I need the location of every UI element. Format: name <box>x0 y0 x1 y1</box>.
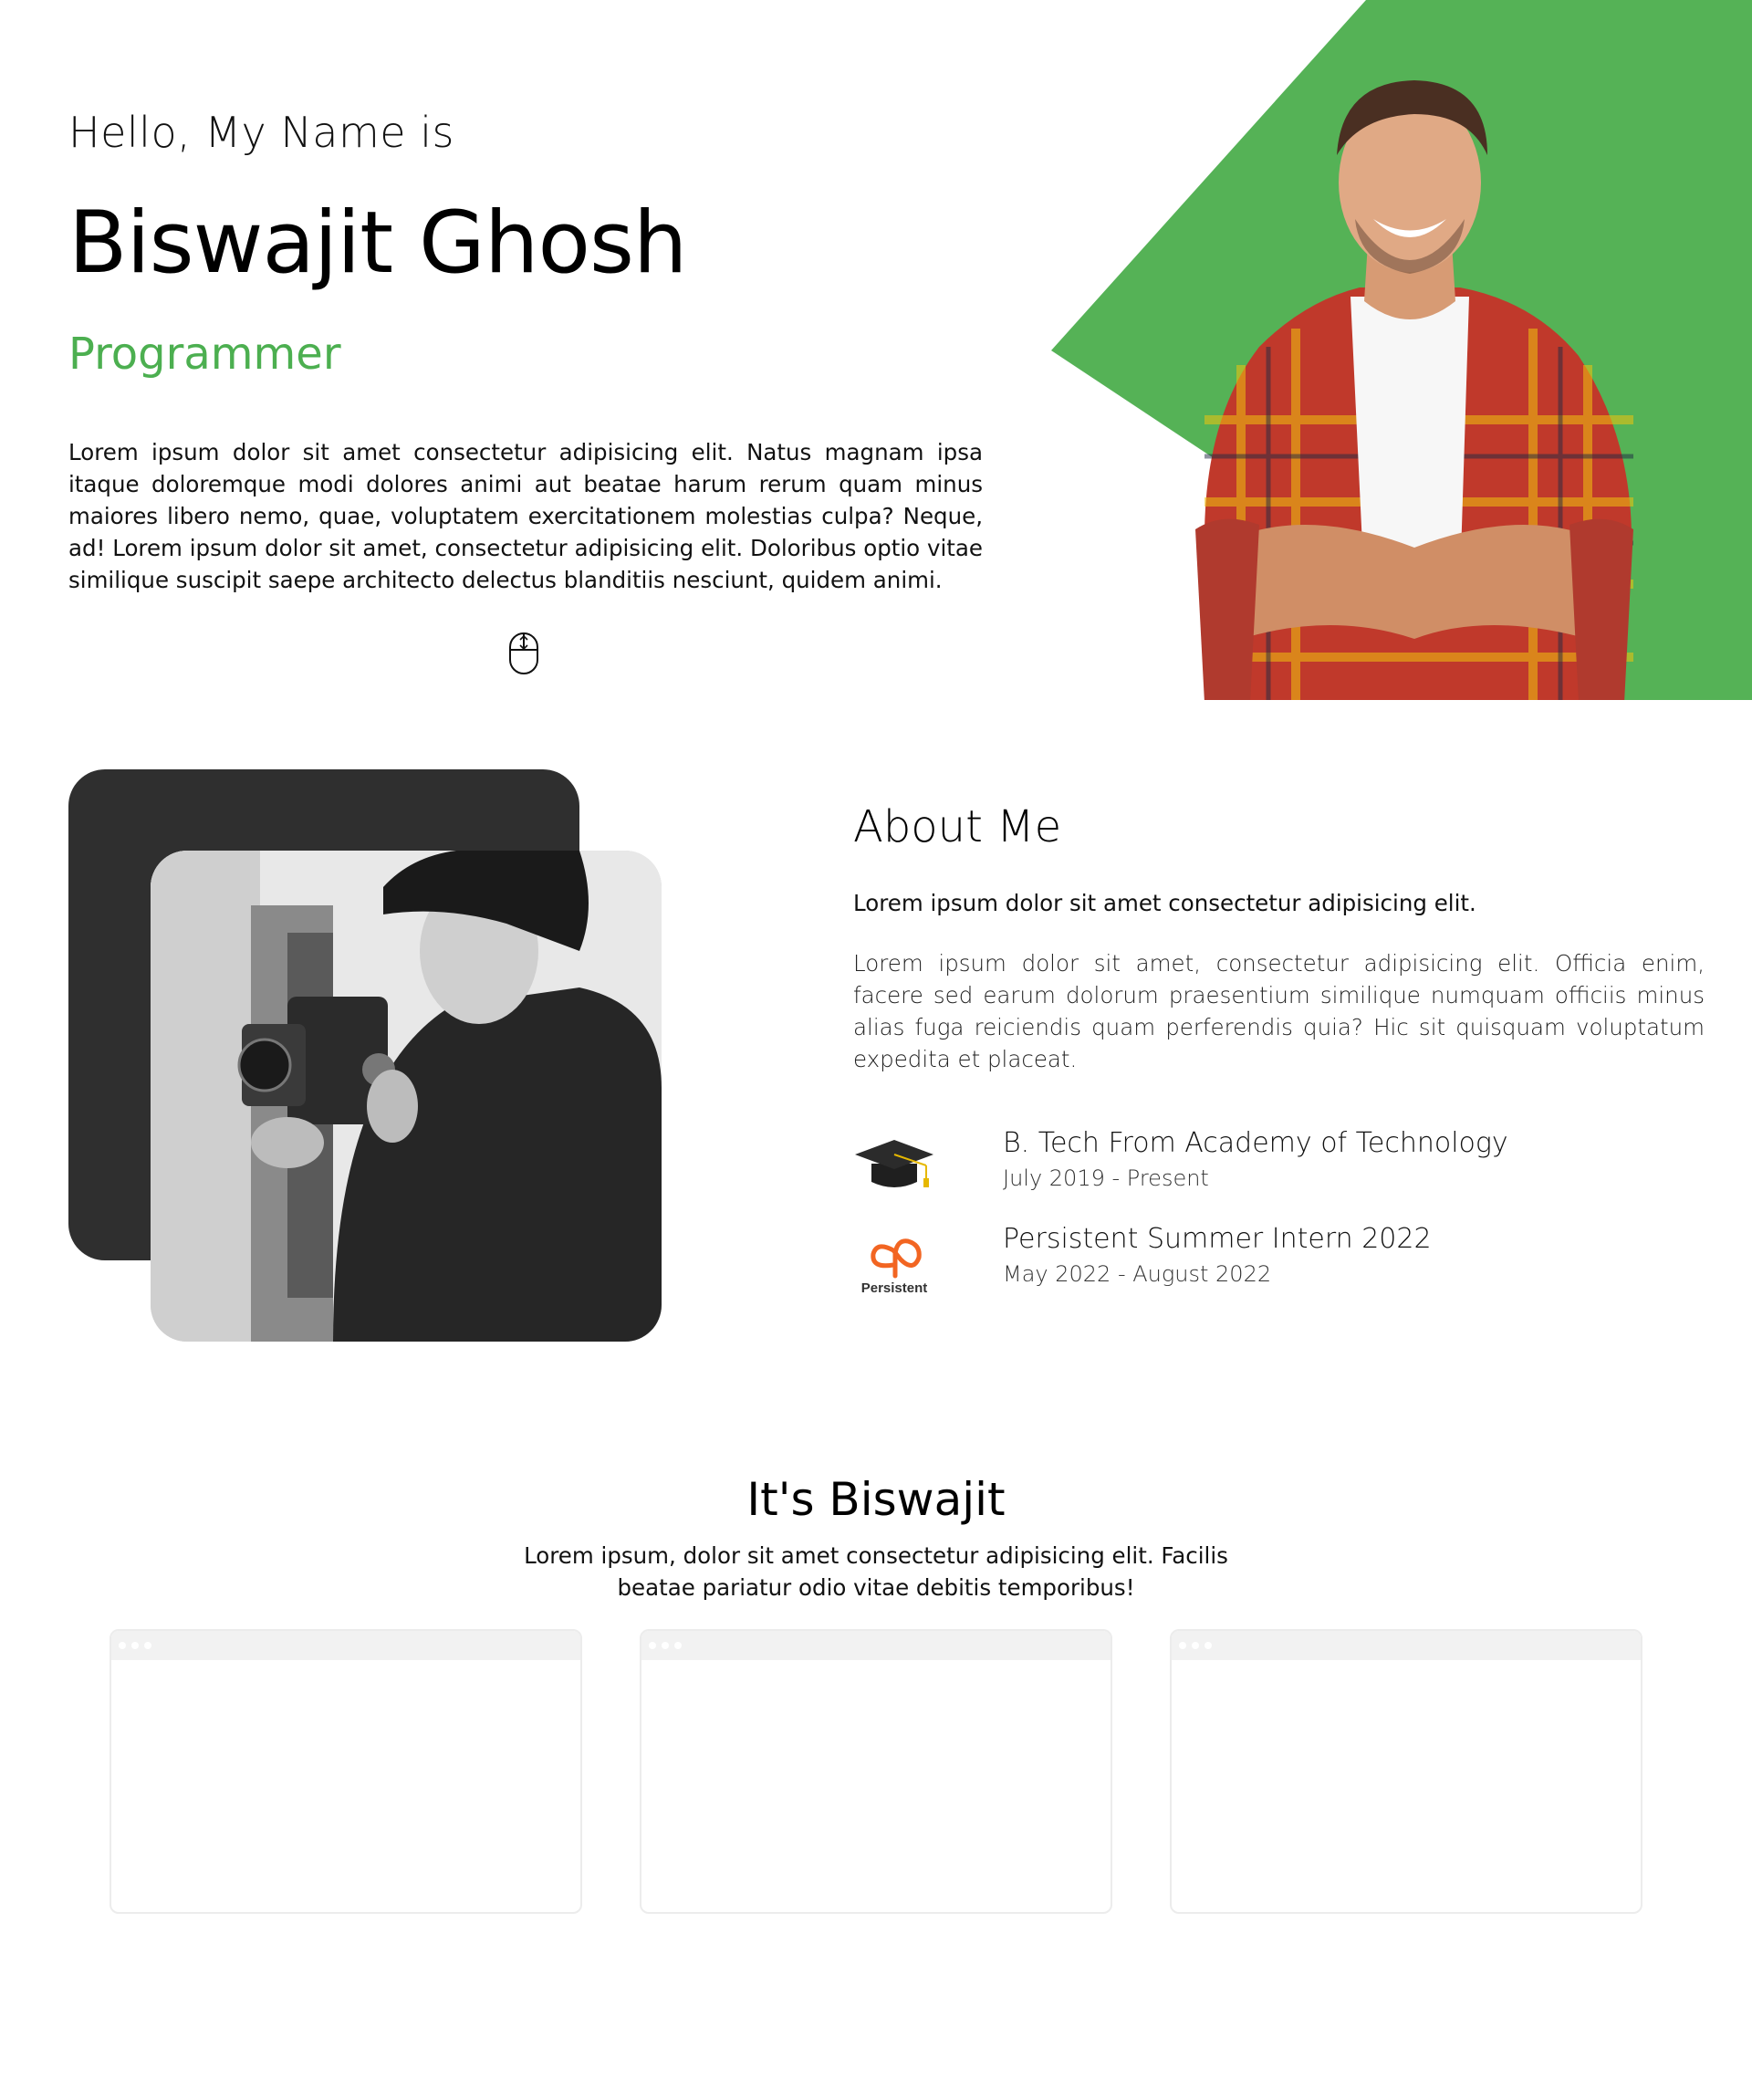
project-card-1[interactable] <box>110 1629 582 1914</box>
window-dot <box>1179 1642 1186 1649</box>
experience-date: July 2019 - Present <box>1003 1165 1209 1191</box>
experience-title: Persistent Summer Intern 2022 <box>1003 1223 1432 1255</box>
graduation-cap-icon <box>855 1140 933 1187</box>
hero-portrait <box>1195 80 1633 700</box>
window-dot <box>1204 1642 1212 1649</box>
window-dot <box>119 1642 126 1649</box>
window-dot <box>662 1642 669 1649</box>
project-card-2[interactable] <box>640 1629 1112 1914</box>
projects-description: Lorem ipsum, dolor sit amet consectetur … <box>524 1542 1228 1601</box>
about-photo <box>151 851 662 1342</box>
browser-bar <box>111 1631 580 1660</box>
window-dot <box>649 1642 656 1649</box>
browser-bar <box>1172 1631 1641 1660</box>
experience-title: B. Tech From Academy of Technology <box>1003 1127 1508 1159</box>
experience-date: May 2022 - August 2022 <box>1003 1261 1272 1287</box>
about-lead: Lorem ipsum dolor sit amet consectetur a… <box>853 890 1476 916</box>
projects-title: It's Biswajit <box>746 1473 1006 1526</box>
window-dot <box>144 1642 151 1649</box>
window-dot <box>131 1642 139 1649</box>
browser-bar <box>641 1631 1111 1660</box>
window-dot <box>674 1642 682 1649</box>
experience-item-internship: Persistent Persistent Summer Intern 2022… <box>853 1223 1720 1305</box>
hero-description: Lorem ipsum dolor sit amet consectetur a… <box>68 439 983 593</box>
mouse-scroll-icon[interactable] <box>507 632 540 675</box>
experience-item-education: B. Tech From Academy of Technology July … <box>853 1127 1720 1209</box>
hero-name: Biswajit Ghosh <box>68 193 688 293</box>
window-dot <box>1192 1642 1199 1649</box>
project-card-3[interactable] <box>1170 1629 1642 1914</box>
persistent-logo: Persistent <box>861 1238 928 1296</box>
about-title: About Me <box>853 801 1062 852</box>
persistent-logo-text: Persistent <box>861 1280 928 1296</box>
about-text: Lorem ipsum dolor sit amet, consectetur … <box>853 950 1705 1072</box>
hero-role: Programmer <box>68 329 341 380</box>
hero-greeting: Hello, My Name is <box>68 108 454 157</box>
